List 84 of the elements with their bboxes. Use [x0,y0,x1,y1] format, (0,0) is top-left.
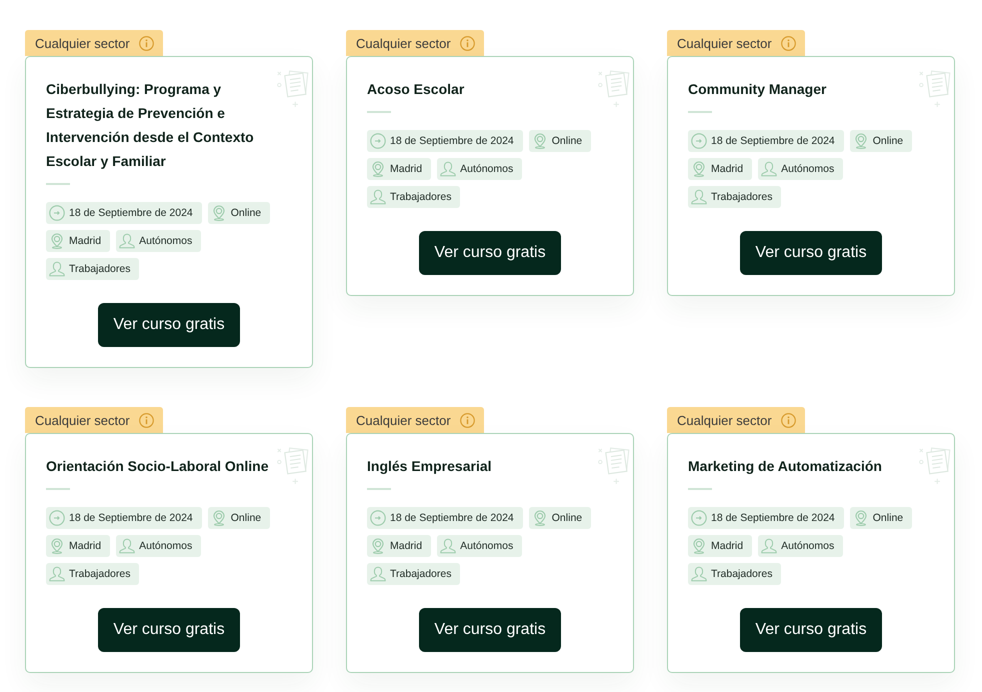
course-title: Ciberbullying: Programa y Estrategia de Prevención e Intervención desde el Contexto Escolar y Familiar [46,80,255,171]
tag-label: Madrid [390,163,422,175]
course-button[interactable]: Ver curso gratis [740,608,882,652]
map-pin-icon [691,161,707,177]
map-pin-icon [210,510,227,526]
user-icon [119,538,136,554]
user-icon [119,233,136,249]
tag-label: Online [230,207,262,219]
sector-label: Cualquier sector [677,412,772,428]
arrow-circle-icon [49,205,65,221]
map-pin-icon [49,233,65,249]
tag-label: Online [872,512,904,524]
user-icon [761,538,778,554]
tag-label: Trabajadores [69,568,130,580]
course-button[interactable]: Ver curso gratis [98,608,240,652]
course-button[interactable]: Ver curso gratis [98,303,240,347]
arrow-circle-icon [691,133,707,149]
tag-label: Online [872,135,904,147]
sector-label: Cualquier sector [35,36,130,50]
map-pin-icon [852,510,869,526]
map-pin-icon [49,538,65,554]
course-title: Marketing de Automatización [688,457,882,476]
tag-label: Autónomos [139,235,192,247]
course-title: Acoso Escolar [367,80,464,99]
map-pin-icon [532,510,548,526]
tag-label: 18 de Septiembre de 2024 [69,207,193,219]
info-icon[interactable] [138,412,154,428]
info-icon[interactable] [780,412,796,428]
tag-label: Trabajadores [711,191,772,203]
map-pin-icon [370,538,386,554]
user-icon [49,261,65,277]
info-icon[interactable] [460,36,475,50]
user-icon [370,566,386,582]
user-icon [440,538,456,554]
tag-label: 18 de Septiembre de 2024 [711,135,835,147]
tag-label: Autónomos [139,540,192,552]
tag-label: 18 de Septiembre de 2024 [390,512,514,524]
arrow-circle-icon [49,510,65,526]
course-button[interactable]: Ver curso gratis [419,608,561,652]
map-pin-icon [210,205,227,221]
course-button[interactable]: Ver curso gratis [419,231,561,275]
user-icon [440,161,456,177]
user-icon [691,566,707,582]
map-pin-icon [852,133,869,149]
tag-label: Autónomos [781,540,834,552]
course-title: Orientación Socio-Laboral Online [46,457,268,476]
map-pin-icon [691,538,707,554]
map-pin-icon [370,161,386,177]
tag-label: Autónomos [460,163,514,175]
course-title: Community Manager [688,80,826,99]
tag-label: Online [552,512,582,524]
tag-label: Online [230,512,262,524]
tag-label: Madrid [390,540,422,552]
info-icon[interactable] [460,412,475,428]
info-icon[interactable] [138,36,154,50]
info-icon[interactable] [780,36,796,50]
user-icon [49,566,65,582]
tag-label: Madrid [69,235,102,247]
tag-label: 18 de Septiembre de 2024 [390,135,514,147]
tag-label: Trabajadores [69,263,130,275]
tag-label: Trabajadores [711,568,772,580]
arrow-circle-icon [370,510,386,526]
sector-label: Cualquier sector [356,36,451,50]
tag-label: Autónomos [781,163,834,175]
user-icon [761,161,778,177]
tag-label: Trabajadores [390,191,452,203]
tag-label: Autónomos [460,540,514,552]
tag-label: Madrid [711,540,744,552]
user-icon [691,189,707,205]
sector-label: Cualquier sector [356,412,451,428]
tag-label: 18 de Septiembre de 2024 [69,512,193,524]
tag-label: 18 de Septiembre de 2024 [711,512,835,524]
tag-label: Online [552,135,582,147]
tag-label: Trabajadores [390,568,452,580]
arrow-circle-icon [370,133,386,149]
course-title: Inglés Empresarial [367,457,492,476]
map-pin-icon [532,133,548,149]
tag-label: Madrid [69,540,102,552]
course-button[interactable]: Ver curso gratis [740,231,882,275]
arrow-circle-icon [691,510,707,526]
sector-label: Cualquier sector [677,36,772,50]
sector-label: Cualquier sector [35,412,130,428]
tag-label: Madrid [711,163,744,175]
user-icon [370,189,386,205]
